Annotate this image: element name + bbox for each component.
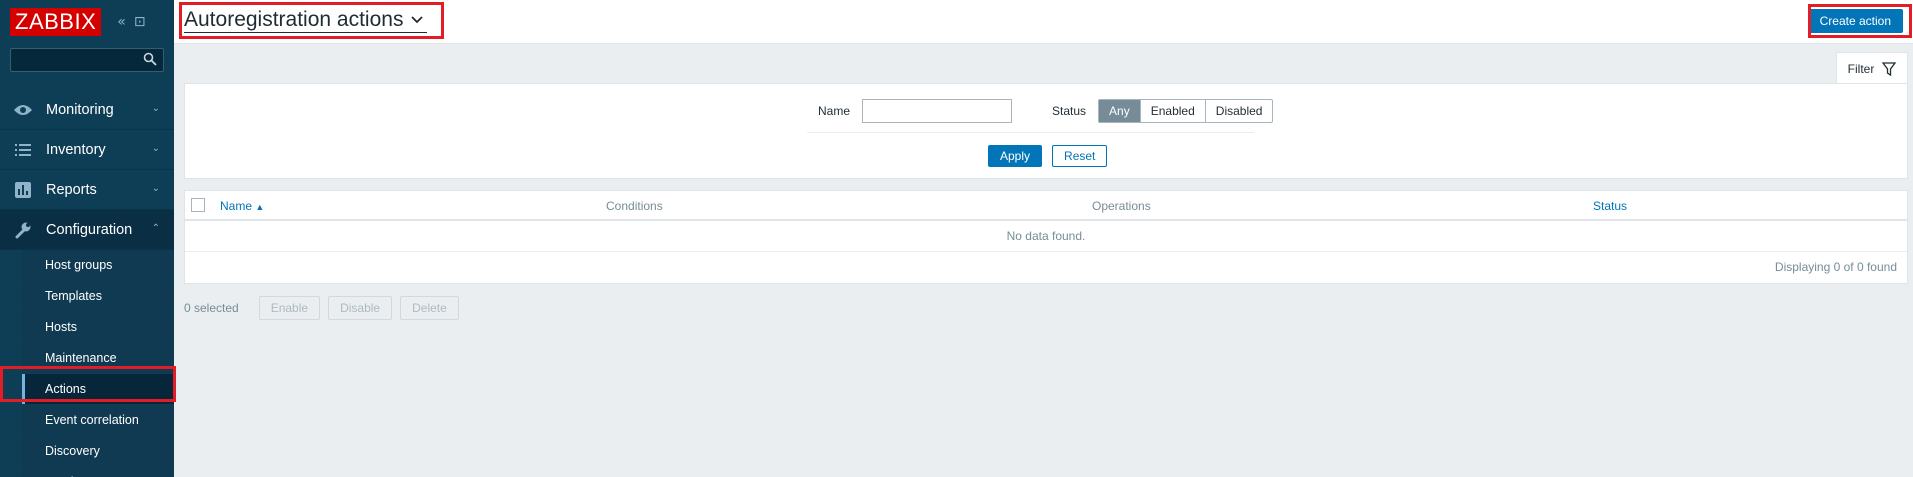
page-title: Autoregistration actions (184, 8, 404, 31)
no-data-message: No data found. (185, 221, 1907, 252)
delete-button[interactable]: Delete (400, 296, 459, 320)
column-name-header[interactable]: Name ▲ (220, 199, 264, 213)
list-icon (0, 143, 46, 156)
actions-table: Name ▲ Conditions Operations Status No d… (184, 190, 1908, 284)
menu-monitoring[interactable]: Monitoring ⌄ (0, 90, 174, 130)
disable-button[interactable]: Disable (328, 296, 393, 320)
filter-status-label: Status (1052, 104, 1087, 118)
submenu-maintenance[interactable]: Maintenance (0, 343, 174, 374)
sidebar-tools: « ⊡ (117, 14, 145, 30)
filter-name-label: Name (818, 104, 851, 118)
chevron-up-icon: ⌃ (151, 223, 160, 234)
zabbix-logo[interactable]: ZABBIX (10, 8, 102, 36)
menu-configuration[interactable]: Configuration ⌃ (0, 210, 174, 250)
select-all-checkbox[interactable] (191, 198, 205, 212)
kiosk-mode-icon[interactable]: ⊡ (134, 14, 146, 30)
enable-button[interactable]: Enable (258, 296, 321, 320)
configuration-submenu: Host groups Templates Hosts Maintenance … (0, 250, 174, 477)
submenu-discovery[interactable]: Discovery (0, 436, 174, 467)
menu-inventory[interactable]: Inventory ⌄ (0, 130, 174, 170)
filter-icon (1882, 61, 1897, 76)
column-name-label: Name (220, 199, 253, 213)
filter-divider (807, 132, 1254, 133)
chevron-down-icon: ⌄ (151, 143, 160, 154)
status-disabled-option[interactable]: Disabled (1206, 100, 1273, 122)
page-title-dropdown[interactable]: Autoregistration actions (184, 8, 428, 33)
bulk-actions: 0 selected Enable Disable Delete (184, 296, 459, 320)
selected-count: 0 selected (184, 301, 239, 315)
collapse-sidebar-icon[interactable]: « (117, 14, 126, 30)
column-operations-header: Operations (1092, 199, 1151, 213)
chevron-down-icon: ⌄ (151, 183, 160, 194)
paging-info: Displaying 0 of 0 found (1774, 260, 1897, 274)
menu-label: Monitoring (46, 101, 114, 118)
wrench-icon (0, 221, 46, 239)
status-segmented-control: Any Enabled Disabled (1098, 99, 1274, 123)
table-header: Name ▲ Conditions Operations Status (185, 191, 1907, 221)
main-menu: Monitoring ⌄ Inventory ⌄ Reports ⌄ Confi… (0, 90, 174, 477)
filter-buttons: Apply Reset (988, 145, 1108, 167)
submenu-actions[interactable]: Actions (0, 374, 174, 405)
eye-icon (0, 103, 46, 117)
search-input[interactable] (11, 49, 163, 71)
search-icon[interactable] (143, 52, 157, 69)
menu-label: Configuration (46, 221, 133, 238)
page-header: Autoregistration actions Create action (174, 0, 1913, 44)
bar-chart-icon (0, 181, 46, 198)
submenu-host-groups[interactable]: Host groups (0, 250, 174, 281)
filter-row: Name Status Any Enabled Disabled (818, 99, 1274, 123)
filter-tab[interactable]: Filter (1836, 52, 1908, 84)
submenu-event-correlation[interactable]: Event correlation (0, 405, 174, 436)
status-enabled-option[interactable]: Enabled (1141, 100, 1206, 122)
create-action-button[interactable]: Create action (1807, 9, 1903, 33)
chevron-down-icon (411, 16, 424, 24)
column-status-header[interactable]: Status (1593, 199, 1627, 213)
filter-tab-label: Filter (1847, 61, 1875, 76)
submenu-hosts[interactable]: Hosts (0, 312, 174, 343)
menu-label: Reports (46, 181, 97, 198)
reset-button[interactable]: Reset (1052, 145, 1108, 167)
logo-row: ZABBIX « ⊡ (0, 0, 174, 44)
chevron-down-icon: ⌄ (151, 103, 160, 114)
apply-button[interactable]: Apply (988, 145, 1043, 167)
menu-reports[interactable]: Reports ⌄ (0, 170, 174, 210)
sidebar: ZABBIX « ⊡ Monitoring ⌄ Inventory ⌄ Repo… (0, 0, 174, 477)
filter-panel: Name Status Any Enabled Disabled Apply R… (184, 83, 1908, 179)
column-conditions-header: Conditions (606, 199, 663, 213)
filter-name-input[interactable] (862, 99, 1013, 123)
status-any-option[interactable]: Any (1099, 100, 1141, 122)
submenu-services[interactable]: Services (0, 467, 174, 477)
sort-asc-icon: ▲ (255, 202, 265, 212)
menu-label: Inventory (46, 141, 106, 158)
submenu-templates[interactable]: Templates (0, 281, 174, 312)
search-box (10, 48, 164, 72)
